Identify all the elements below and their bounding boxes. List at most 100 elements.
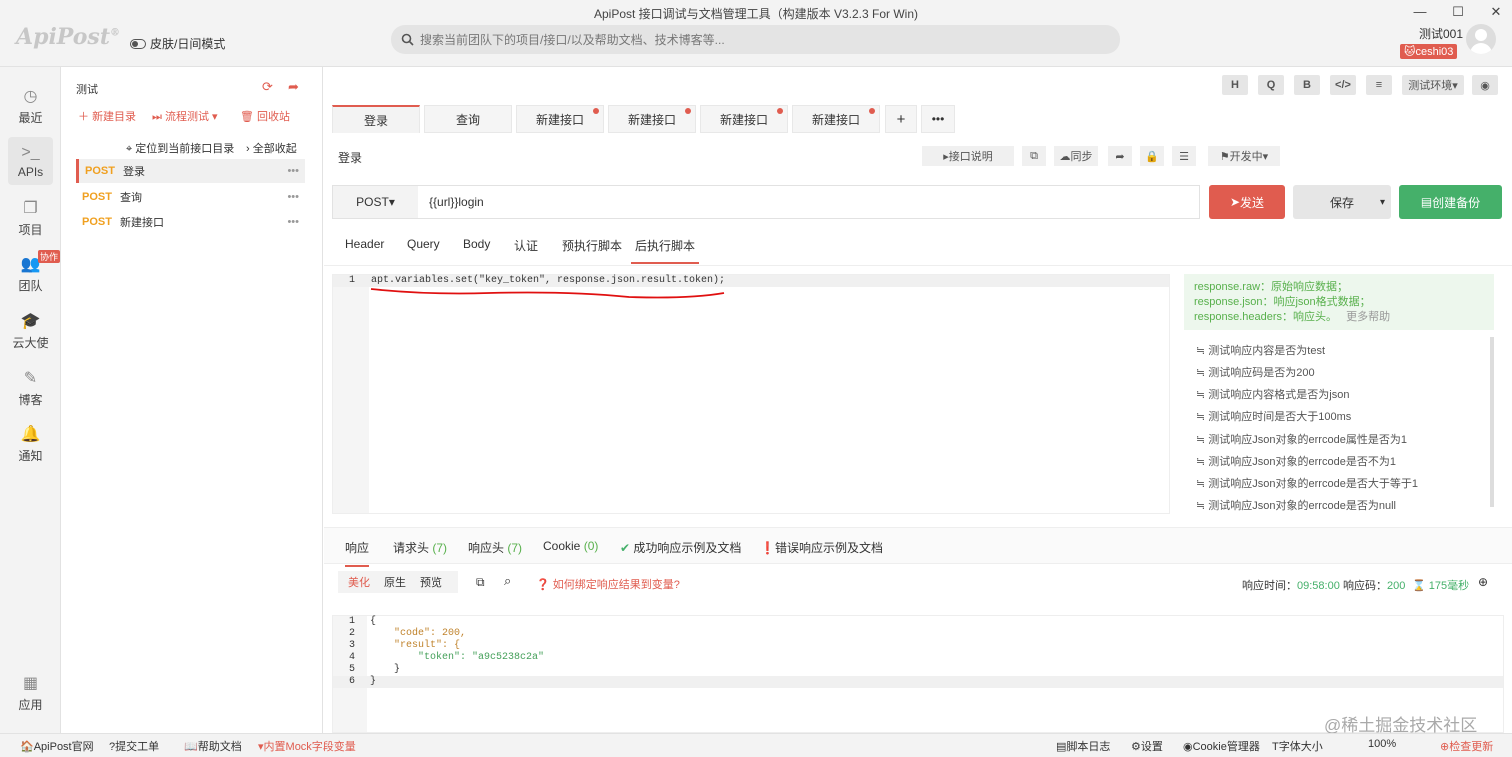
tab-resp-headers[interactable]: 响应头 (7) — [468, 539, 522, 556]
script-editor[interactable]: 1 apt.variables.set("key_token", respons… — [332, 274, 1170, 514]
h-button[interactable]: H — [1222, 75, 1248, 95]
q-button[interactable]: Q — [1258, 75, 1284, 95]
backup-button[interactable]: ▤ 创建备份 — [1399, 185, 1502, 219]
snippet-item[interactable]: ≒ 测试响应Json对象的errcode属性是否为1 — [1196, 431, 1407, 447]
settings-link[interactable]: ⚙设置 — [1131, 738, 1163, 754]
check-update-link[interactable]: ⊕检查更新 — [1440, 738, 1493, 754]
sliders-button[interactable]: ≡ — [1366, 75, 1392, 95]
nav-blog[interactable]: ✎ 博客 — [0, 369, 61, 408]
snippet-item[interactable]: ≒ 测试响应Json对象的errcode是否不为1 — [1196, 453, 1396, 469]
zoom-level[interactable]: 100% — [1368, 738, 1396, 750]
status-select[interactable]: ⚑ 开发中 ▾ — [1208, 146, 1280, 166]
nav-notify[interactable]: 🔔 通知 — [0, 425, 61, 464]
hourglass-icon: ⌛ — [1412, 580, 1426, 592]
tab-more-button[interactable]: ••• — [921, 105, 955, 133]
skin-mode-toggle[interactable]: 皮肤/日间模式 — [130, 35, 225, 52]
tab-req-headers[interactable]: 请求头 (7) — [393, 539, 447, 556]
nav-apis[interactable]: >_ APIs — [8, 137, 53, 185]
bind-help-link[interactable]: ❓ 如何绑定响应结果到变量? — [536, 576, 680, 592]
nav-apps[interactable]: ▦ 应用 — [0, 674, 61, 713]
tab-response[interactable]: 响应 — [345, 539, 370, 567]
eye-icon[interactable]: ◉ — [1472, 75, 1498, 95]
line-number: 1 — [349, 275, 356, 286]
lock-icon[interactable]: 🔒 — [1140, 146, 1164, 166]
minimize-icon[interactable]: — — [1410, 4, 1430, 19]
tab-new-3[interactable]: 新建接口 — [700, 105, 788, 133]
add-tab-button[interactable]: + — [885, 105, 917, 133]
tab-new-2[interactable]: 新建接口 — [608, 105, 696, 133]
collapse-all-button[interactable]: › 全部收起 — [246, 140, 297, 156]
save-button[interactable]: 保存 ▾ — [1293, 185, 1391, 219]
line-number: 2 — [349, 628, 356, 639]
snippet-item[interactable]: ≒ 测试响应内容格式是否为json — [1196, 386, 1349, 402]
global-search-input[interactable]: 搜索当前团队下的项目/接口/以及帮助文档、技术博客等... — [391, 25, 1120, 54]
nav-ambassador[interactable]: 🎓 云大使 — [0, 312, 61, 351]
maximize-icon[interactable]: ☐ — [1448, 4, 1468, 20]
method-select[interactable]: POST ▾ — [333, 186, 418, 218]
tab-new-4[interactable]: 新建接口 — [792, 105, 880, 133]
more-help-link[interactable]: 更多帮助 — [1346, 311, 1390, 323]
user-badge[interactable]: 🐱ceshi03 — [1400, 44, 1458, 59]
sync-button[interactable]: ☁ 同步 — [1054, 146, 1098, 166]
copy-icon[interactable]: ⧉ — [476, 575, 485, 590]
tab-cookie[interactable]: Cookie (0) — [543, 539, 598, 553]
snippet-item[interactable]: ≒ 测试响应码是否为200 — [1196, 364, 1315, 380]
font-size-link[interactable]: T字体大小 — [1272, 738, 1323, 754]
more-icon[interactable]: ••• — [287, 191, 299, 203]
help-doc-link[interactable]: 📖帮助文档 — [184, 738, 242, 754]
subtab-postscript[interactable]: 后执行脚本 — [631, 237, 700, 264]
share-icon[interactable]: ➦ — [288, 79, 299, 95]
search-icon[interactable]: ⌕ — [504, 573, 511, 589]
snippet-item[interactable]: ≒ 测试响应时间是否大于100ms — [1196, 408, 1351, 424]
ticket-link[interactable]: ?提交工单 — [109, 738, 159, 754]
subtab-body[interactable]: Body — [463, 237, 490, 251]
flow-test-button[interactable]: ⏭ 流程测试 ▾ — [152, 108, 218, 124]
tab-query[interactable]: 查询 — [424, 105, 512, 133]
view-beautify[interactable]: 美化 — [348, 574, 370, 590]
url-input[interactable]: {{url}}login — [429, 195, 484, 209]
env-select[interactable]: 测试环境 ▾ — [1402, 75, 1464, 95]
subtab-prescript[interactable]: 预执行脚本 — [562, 237, 622, 254]
subtab-auth[interactable]: 认证 — [514, 237, 538, 254]
chevron-down-icon[interactable]: ▾ — [1380, 197, 1385, 208]
snippet-scrollbar[interactable] — [1490, 337, 1494, 507]
database-icon[interactable]: ☰ — [1172, 146, 1196, 166]
close-icon[interactable]: ✕ — [1486, 4, 1506, 20]
locate-button[interactable]: ⌖ 定位到当前接口目录 — [126, 140, 234, 156]
project-name: 测试 — [76, 84, 98, 96]
tree-item-login[interactable]: POST 登录 ••• — [76, 159, 305, 183]
b-button[interactable]: B — [1294, 75, 1320, 95]
more-icon[interactable]: ••• — [287, 165, 299, 177]
tab-success-doc[interactable]: ✔ 成功响应示例及文档 — [620, 539, 741, 556]
more-icon[interactable]: ••• — [287, 216, 299, 228]
recycle-bin-button[interactable]: 🗑 回收站 — [240, 108, 290, 124]
apps-grid-icon: ▦ — [22, 675, 39, 692]
code-button[interactable]: </> — [1330, 75, 1356, 95]
tree-item-new[interactable]: POST 新建接口 ••• — [76, 210, 305, 234]
snippet-item[interactable]: ≒ 测试响应内容是否为test — [1196, 342, 1325, 358]
doc-button[interactable]: ▸ 接口说明 — [922, 146, 1014, 166]
copy-icon[interactable]: ⧉ — [1022, 146, 1046, 166]
new-dir-button[interactable]: ＋ 新建目录 — [78, 108, 136, 124]
tab-login[interactable]: 登录 — [332, 105, 420, 133]
site-link[interactable]: 🏠ApiPost官网 — [20, 738, 94, 754]
script-log-link[interactable]: ▤脚本日志 — [1056, 738, 1110, 754]
subtab-header[interactable]: Header — [345, 237, 384, 251]
send-button[interactable]: ➤ 发送 — [1209, 185, 1285, 219]
snippet-item[interactable]: ≒ 测试响应Json对象的errcode是否大于等于1 — [1196, 475, 1418, 491]
view-preview[interactable]: 预览 — [420, 574, 442, 590]
nav-project[interactable]: ❐ 项目 — [0, 199, 61, 238]
tab-new-1[interactable]: 新建接口 — [516, 105, 604, 133]
subtab-query[interactable]: Query — [407, 237, 440, 251]
cookie-manager-link[interactable]: ◉Cookie管理器 — [1183, 738, 1260, 754]
expand-icon[interactable]: ⊕ — [1478, 575, 1488, 589]
refresh-icon[interactable]: ⟳ — [262, 79, 273, 95]
nav-recent[interactable]: ◷ 最近 — [0, 87, 61, 126]
snippet-item[interactable]: ≒ 测试响应Json对象的errcode是否为null — [1196, 497, 1396, 513]
avatar[interactable] — [1466, 24, 1496, 54]
tree-item-query[interactable]: POST 查询 ••• — [76, 185, 305, 209]
share-icon[interactable]: ➦ — [1108, 146, 1132, 166]
mock-link[interactable]: ▾内置Mock字段变量 — [258, 738, 356, 754]
view-raw[interactable]: 原生 — [384, 574, 406, 590]
tab-error-doc[interactable]: ❗错误响应示例及文档 — [760, 539, 883, 556]
